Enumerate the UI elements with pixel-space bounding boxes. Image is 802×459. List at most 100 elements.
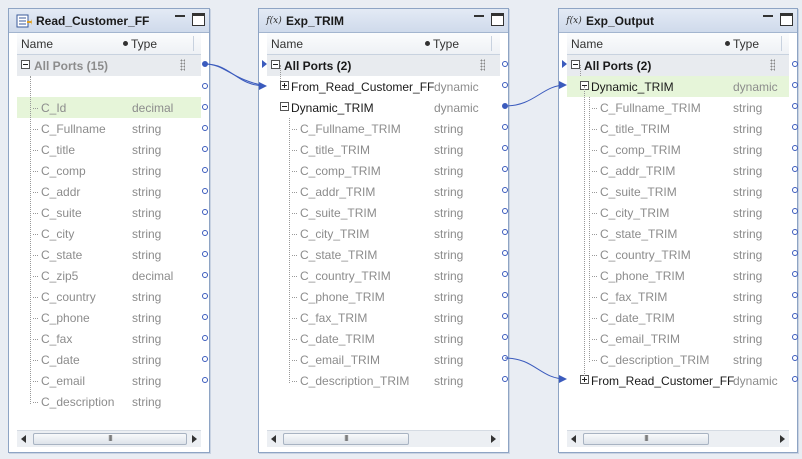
port-row[interactable]: C_comp string — [17, 160, 201, 181]
output-port[interactable] — [502, 145, 508, 151]
output-port[interactable] — [502, 103, 508, 109]
input-port-arrow-icon[interactable] — [562, 60, 567, 68]
drag-grip-icon[interactable] — [180, 59, 185, 71]
port-row[interactable]: C_country string — [17, 286, 201, 307]
port-row[interactable]: C_state string — [17, 244, 201, 265]
output-port[interactable] — [202, 377, 208, 383]
collapse-icon[interactable] — [280, 102, 289, 111]
scroll-thumb[interactable]: III — [33, 433, 187, 445]
output-port[interactable] — [202, 293, 208, 299]
output-port[interactable] — [202, 188, 208, 194]
port-row[interactable]: C_date_TRIM string — [267, 328, 500, 349]
output-port[interactable] — [502, 292, 508, 298]
output-port[interactable] — [502, 250, 508, 256]
output-port[interactable] — [202, 356, 208, 362]
input-port-arrow-icon[interactable] — [262, 60, 267, 68]
output-port[interactable] — [792, 334, 798, 340]
maximize-button[interactable] — [192, 13, 205, 26]
output-port[interactable] — [792, 124, 798, 130]
group-row-from-read-customer-ff[interactable]: From_Read_Customer_FF dynamic — [267, 76, 500, 97]
output-port[interactable] — [792, 82, 798, 88]
group-row-dynamic-trim[interactable]: Dynamic_TRIM dynamic — [567, 76, 789, 97]
output-port[interactable] — [202, 209, 208, 215]
minimize-button[interactable] — [762, 13, 774, 25]
port-row[interactable]: C_comp_TRIM string — [267, 160, 500, 181]
output-port-all[interactable] — [202, 61, 208, 67]
port-row[interactable]: C_date_TRIM string — [567, 307, 789, 328]
output-port[interactable] — [202, 125, 208, 131]
output-port[interactable] — [792, 208, 798, 214]
scroll-left-arrow-icon[interactable] — [21, 435, 26, 443]
output-port[interactable] — [202, 230, 208, 236]
maximize-button[interactable] — [491, 13, 504, 26]
port-row[interactable]: C_Fullname string — [17, 118, 201, 139]
port-row[interactable]: C_addr string — [17, 181, 201, 202]
port-row[interactable]: C_city_TRIM string — [267, 223, 500, 244]
name-column-header[interactable]: Name — [571, 37, 603, 51]
output-port[interactable] — [202, 146, 208, 152]
scroll-right-arrow-icon[interactable] — [491, 435, 496, 443]
port-row[interactable]: C_suite_TRIM string — [567, 181, 789, 202]
port-row[interactable]: C_comp_TRIM string — [567, 139, 789, 160]
output-port[interactable] — [502, 166, 508, 172]
port-row[interactable]: C_description_TRIM string — [267, 370, 500, 391]
output-port[interactable] — [202, 167, 208, 173]
scroll-right-arrow-icon[interactable] — [780, 435, 785, 443]
type-column-header[interactable]: Type — [733, 37, 759, 51]
output-port[interactable] — [792, 103, 798, 109]
port-row[interactable]: C_country_TRIM string — [267, 265, 500, 286]
expand-icon[interactable] — [580, 375, 589, 384]
port-row[interactable]: C_description_TRIM string — [567, 349, 789, 370]
output-port-all[interactable] — [502, 61, 508, 67]
maximize-button[interactable] — [780, 13, 793, 26]
scroll-right-arrow-icon[interactable] — [192, 435, 197, 443]
port-row[interactable]: C_fax string — [17, 328, 201, 349]
port-row[interactable]: C_email string — [17, 370, 201, 391]
output-port[interactable] — [792, 313, 798, 319]
group-row-dynamic-trim[interactable]: Dynamic_TRIM dynamic — [267, 97, 500, 118]
output-port[interactable] — [502, 124, 508, 130]
all-ports-row[interactable]: All Ports (15) — [17, 55, 201, 76]
panel-title-bar[interactable]: f(x) Exp_TRIM — [259, 9, 508, 33]
port-row[interactable]: C_suite_TRIM string — [267, 202, 500, 223]
output-port[interactable] — [792, 250, 798, 256]
name-column-header[interactable]: Name — [271, 37, 303, 51]
port-row[interactable]: C_addr_TRIM string — [567, 160, 789, 181]
port-row[interactable]: C_fax_TRIM string — [567, 286, 789, 307]
output-port[interactable] — [502, 229, 508, 235]
panel-title-bar[interactable]: Read_Customer_FF — [9, 9, 209, 33]
horizontal-scrollbar[interactable]: III — [567, 430, 789, 447]
port-row[interactable]: C_state_TRIM string — [267, 244, 500, 265]
scroll-left-arrow-icon[interactable] — [571, 435, 576, 443]
name-column-header[interactable]: Name — [21, 37, 53, 51]
output-port[interactable] — [502, 313, 508, 319]
output-port[interactable] — [792, 187, 798, 193]
minimize-button[interactable] — [174, 13, 186, 25]
port-row[interactable]: C_phone string — [17, 307, 201, 328]
scroll-thumb[interactable]: III — [583, 433, 709, 445]
port-row[interactable]: C_date string — [17, 349, 201, 370]
type-column-header[interactable]: Type — [131, 37, 157, 51]
output-port-all[interactable] — [792, 61, 798, 67]
output-port[interactable] — [202, 83, 208, 89]
output-port[interactable] — [792, 145, 798, 151]
port-row[interactable]: C_state_TRIM string — [567, 223, 789, 244]
output-port[interactable] — [792, 271, 798, 277]
drag-grip-icon[interactable] — [770, 59, 775, 71]
port-row[interactable]: C_city string — [17, 223, 201, 244]
collapse-icon[interactable] — [571, 60, 580, 69]
all-ports-row[interactable]: All Ports (2) — [267, 55, 500, 76]
scroll-thumb[interactable]: III — [283, 433, 409, 445]
output-port[interactable] — [792, 292, 798, 298]
output-port[interactable] — [502, 334, 508, 340]
output-port[interactable] — [502, 187, 508, 193]
port-row[interactable]: C_phone_TRIM string — [567, 265, 789, 286]
output-port[interactable] — [202, 272, 208, 278]
output-port[interactable] — [502, 208, 508, 214]
port-row[interactable]: C_Id decimal — [17, 97, 201, 118]
output-port[interactable] — [502, 355, 508, 361]
column-resize-handle[interactable] — [725, 41, 730, 46]
output-port[interactable] — [502, 82, 508, 88]
output-port[interactable] — [202, 335, 208, 341]
port-row[interactable]: C_email_TRIM string — [567, 328, 789, 349]
